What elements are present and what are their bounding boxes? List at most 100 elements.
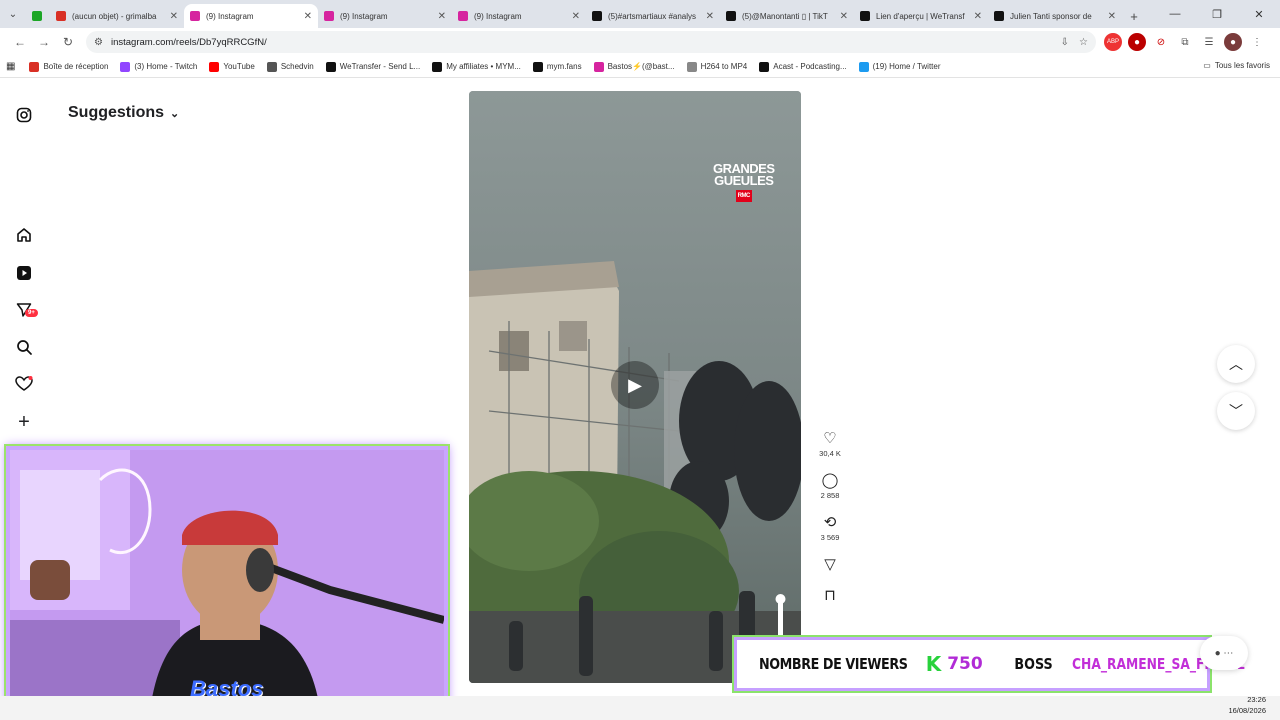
- comment-button[interactable]: ◯ 2 858: [812, 471, 848, 500]
- mym-icon: [532, 61, 543, 72]
- all-bookmarks-label: Tous les favoris: [1214, 61, 1270, 70]
- home-icon[interactable]: [14, 225, 34, 245]
- reel-video[interactable]: GRANDES GUEULES RMC ▶: [469, 91, 801, 683]
- close-tab-icon[interactable]: ✕: [572, 11, 580, 22]
- new-tab-button[interactable]: +: [1122, 4, 1146, 28]
- bookmark-label: My affiliates • MYM...: [446, 62, 521, 71]
- bookmark-star-icon[interactable]: ☆: [1079, 37, 1088, 48]
- site-info-icon[interactable]: ⚙: [94, 37, 103, 48]
- browser-tab[interactable]: (5)#artsmartiaux #analys ✕: [586, 4, 720, 28]
- save-button[interactable]: ⊓: [812, 586, 848, 604]
- folder-icon: ▭: [1203, 61, 1211, 70]
- reel-actions: ♡ 30,4 K ◯ 2 858 ⟲ 3 569 ▽ ⊓: [812, 429, 848, 617]
- search-icon[interactable]: [14, 337, 34, 357]
- all-bookmarks-button[interactable]: ▭ Tous les favoris: [1203, 61, 1270, 70]
- extensions-area: ABP ● ⊘ ⧉ ☰ ● ⋮: [1104, 33, 1266, 51]
- kick-icon: K: [925, 652, 942, 676]
- bookmark-item[interactable]: Schedvin: [266, 61, 314, 72]
- block-extension-icon[interactable]: ⊘: [1152, 33, 1170, 51]
- apps-grid-icon[interactable]: ▦: [6, 61, 15, 72]
- browser-tab[interactable]: (9) Instagram ✕: [452, 4, 586, 28]
- window-controls: — ❐ ✕: [1154, 0, 1280, 28]
- close-tab-icon[interactable]: ✕: [438, 11, 446, 22]
- browser-tab[interactable]: (9) Instagram ✕: [318, 4, 452, 28]
- close-tab-icon[interactable]: ✕: [974, 11, 982, 22]
- chevron-up-icon: ︿: [1229, 356, 1243, 372]
- bookmark-item[interactable]: YouTube: [209, 61, 255, 72]
- reload-button[interactable]: ↻: [56, 30, 80, 54]
- bookmark-label: mym.fans: [546, 62, 582, 71]
- kick-icon: [32, 11, 42, 21]
- like-button[interactable]: ♡ 30,4 K: [812, 429, 848, 458]
- bookmark-item[interactable]: (3) Home - Twitch: [120, 61, 198, 72]
- tab-title: (5)#artsmartiaux #analys: [608, 11, 697, 21]
- bookmark-icon: ⊓: [824, 587, 836, 604]
- tiktok-icon: [726, 11, 736, 21]
- bookmark-item[interactable]: (19) Home / Twitter: [858, 61, 941, 72]
- close-tab-icon[interactable]: ✕: [840, 11, 848, 22]
- tab-title: (9) Instagram: [474, 11, 522, 21]
- bookmark-label: H264 to MP4: [700, 62, 748, 71]
- like-count: 30,4 K: [819, 449, 841, 458]
- bookmark-label: (3) Home - Twitch: [134, 62, 198, 71]
- logo-line2: GUEULES: [714, 173, 774, 188]
- acast-icon: [759, 61, 770, 72]
- browser-tab[interactable]: Julien Tanti sponsor de ✕: [988, 4, 1122, 28]
- tab-strip: ⌄ (aucun objet) - grimalba ✕ (9) Instagram…: [0, 0, 1280, 28]
- back-button[interactable]: ←: [8, 30, 32, 54]
- tab-title: Julien Tanti sponsor de: [1010, 11, 1092, 21]
- boss-label: BOSS: [1014, 655, 1053, 673]
- minimize-button[interactable]: —: [1154, 0, 1196, 28]
- clock-date: 16/08/2026: [1228, 706, 1266, 715]
- repost-button[interactable]: ⟲ 3 569: [812, 513, 848, 542]
- install-app-icon[interactable]: ⇩: [1061, 37, 1069, 48]
- browser-tab[interactable]: (9) Instagram ✕: [184, 4, 318, 28]
- twitter-icon: [858, 61, 869, 72]
- bookmark-item[interactable]: Bastos⚡(@bast...: [593, 61, 675, 72]
- close-tab-icon[interactable]: ✕: [1108, 11, 1116, 22]
- instagram-icon: [190, 11, 200, 21]
- bookmark-label: YouTube: [223, 62, 255, 71]
- address-bar[interactable]: ⚙ instagram.com/reels/Db7yqRRCGfN/ ⇩ ☆: [86, 31, 1096, 53]
- instagram-logo-icon[interactable]: [14, 105, 34, 125]
- play-icon[interactable]: ▶: [611, 361, 659, 409]
- create-plus-icon[interactable]: +: [14, 411, 34, 433]
- extensions-puzzle-icon[interactable]: ⧉: [1176, 33, 1194, 51]
- profile-avatar[interactable]: ●: [1224, 33, 1242, 51]
- bookmark-item[interactable]: Boîte de réception: [29, 61, 108, 72]
- close-tab-icon[interactable]: ✕: [170, 11, 178, 22]
- tab-title: (5)@Manontanti ▯ | TikT: [742, 11, 828, 21]
- suggestions-label: Suggestions: [68, 104, 165, 121]
- bookmark-item[interactable]: WeTransfer - Send L...: [325, 61, 420, 72]
- wetransfer-icon: [325, 61, 336, 72]
- previous-reel-button[interactable]: ︿: [1217, 345, 1255, 383]
- reading-list-icon[interactable]: ☰: [1200, 33, 1218, 51]
- instagram-icon: [458, 11, 468, 21]
- adblock-extension-icon[interactable]: ABP: [1104, 33, 1122, 51]
- bookmark-item[interactable]: Acast - Podcasting...: [759, 61, 847, 72]
- browser-tab[interactable]: (5)@Manontanti ▯ | TikT ✕: [720, 4, 854, 28]
- reels-icon[interactable]: [14, 263, 34, 283]
- forward-button[interactable]: →: [32, 30, 56, 54]
- share-button[interactable]: ▽: [812, 555, 848, 573]
- tab-search-button[interactable]: ⌄: [0, 0, 26, 28]
- browser-menu-icon[interactable]: ⋮: [1248, 33, 1266, 51]
- browser-tab[interactable]: (aucun objet) - grimalba ✕: [50, 4, 184, 28]
- ublock-extension-icon[interactable]: ●: [1128, 33, 1146, 51]
- close-tab-icon[interactable]: ✕: [304, 11, 312, 22]
- next-reel-button[interactable]: ﹀: [1217, 392, 1255, 430]
- suggestions-dropdown[interactable]: Suggestions ⌄: [68, 104, 179, 122]
- bookmark-item[interactable]: mym.fans: [532, 61, 582, 72]
- maximize-button[interactable]: ❐: [1196, 0, 1238, 28]
- browser-tab[interactable]: [26, 4, 50, 28]
- notifications-heart-icon[interactable]: [14, 374, 34, 394]
- messages-bubble[interactable]: ● ⋯: [1200, 636, 1248, 670]
- viewer-banner: NOMBRE DE VIEWERS K 750 BOSS CHA_RAMENE_…: [734, 637, 1245, 691]
- browser-tab[interactable]: Lien d'aperçu | WeTransf ✕: [854, 4, 988, 28]
- close-tab-icon[interactable]: ✕: [706, 11, 714, 22]
- bookmark-item[interactable]: H264 to MP4: [686, 61, 748, 72]
- comment-icon: ◯: [821, 472, 839, 489]
- close-window-button[interactable]: ✕: [1238, 0, 1280, 28]
- bookmark-label: Schedvin: [280, 62, 314, 71]
- bookmark-item[interactable]: My affiliates • MYM...: [432, 61, 521, 72]
